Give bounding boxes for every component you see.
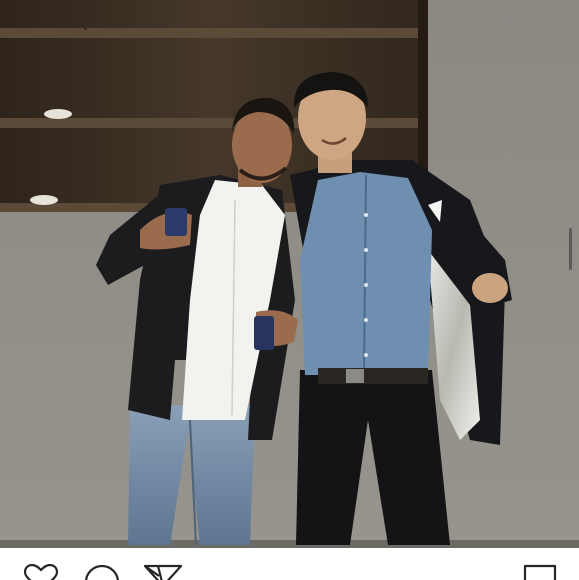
bowl bbox=[44, 109, 72, 119]
cup bbox=[254, 316, 274, 350]
post-photo[interactable] bbox=[0, 0, 579, 548]
scroll-indicator bbox=[569, 228, 572, 270]
paper-plane-icon[interactable] bbox=[143, 564, 183, 580]
bookmark-icon[interactable] bbox=[520, 564, 560, 580]
instagram-post bbox=[0, 0, 579, 580]
post-action-bar bbox=[0, 548, 579, 580]
cup bbox=[165, 208, 187, 236]
floor bbox=[0, 540, 579, 548]
bowl bbox=[30, 195, 58, 205]
belt bbox=[318, 368, 428, 384]
heart-icon[interactable] bbox=[21, 564, 61, 580]
comment-bubble-icon[interactable] bbox=[82, 564, 122, 580]
